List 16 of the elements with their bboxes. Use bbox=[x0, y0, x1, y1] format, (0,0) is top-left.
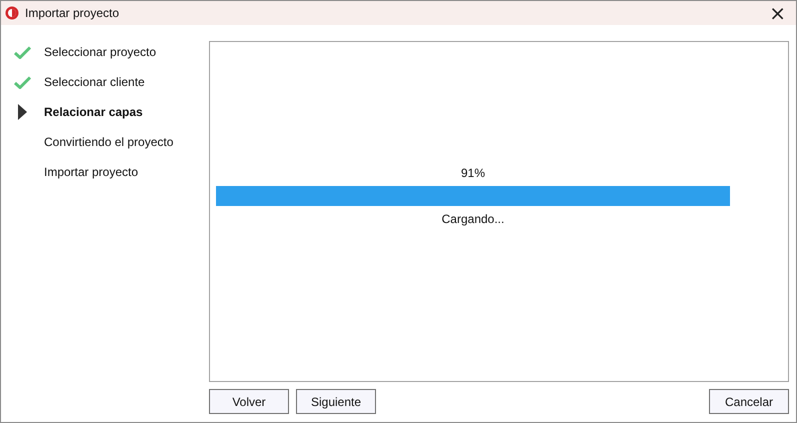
arrow-icon bbox=[18, 104, 27, 120]
status-message: Cargando... bbox=[442, 212, 504, 226]
cancel-button[interactable]: Cancelar bbox=[709, 389, 789, 414]
progress-percent: 91% bbox=[460, 166, 486, 180]
check-icon bbox=[14, 46, 31, 58]
step-label: Relacionar capas bbox=[44, 105, 143, 119]
step-label: Seleccionar cliente bbox=[44, 75, 145, 89]
check-icon bbox=[14, 76, 31, 88]
window-title: Importar proyecto bbox=[25, 6, 120, 20]
nav-button[interactable]: Volver bbox=[209, 389, 289, 414]
nav-button[interactable]: Siguiente bbox=[296, 389, 376, 414]
step-label: Importar proyecto bbox=[44, 165, 138, 179]
step-label: Convirtiendo el proyecto bbox=[44, 135, 174, 149]
logo-icon bbox=[5, 6, 19, 20]
close-button[interactable]: × bbox=[765, 3, 790, 23]
step-label: Seleccionar proyecto bbox=[44, 45, 156, 59]
